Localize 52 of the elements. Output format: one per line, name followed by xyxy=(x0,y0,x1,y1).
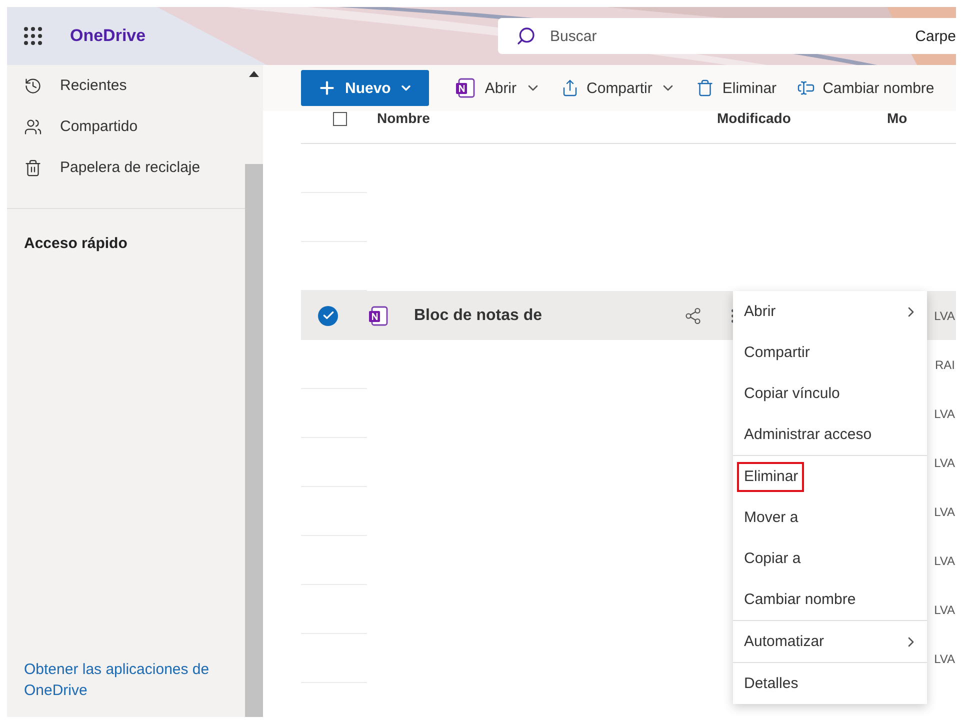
menu-item[interactable]: Compartir xyxy=(733,332,927,373)
toolbar-button[interactable]: Eliminar xyxy=(688,70,785,106)
rename-icon xyxy=(796,79,815,97)
table-cell: LVA xyxy=(934,406,955,420)
search-icon xyxy=(516,26,536,46)
notebook-icon xyxy=(454,77,477,99)
menu-item[interactable]: Copiar vínculo xyxy=(733,373,927,414)
table-cell: LVA xyxy=(934,652,955,666)
search-scope[interactable]: Carpe xyxy=(915,28,956,44)
menu-item[interactable]: Automatizar xyxy=(733,621,927,663)
app-download-link[interactable]: Obtener las aplicaciones de OneDrive xyxy=(7,659,245,701)
toolbar-button[interactable]: Cambiar nombre xyxy=(788,70,942,106)
trash-icon xyxy=(24,158,42,176)
nav-item[interactable]: Recientes xyxy=(7,65,245,106)
table-cell: LVA xyxy=(934,554,955,568)
plus-icon xyxy=(317,78,337,98)
row-checkbox[interactable] xyxy=(318,306,338,326)
menu-item[interactable]: Cambiar nombre xyxy=(733,579,927,621)
table-cell: LVA xyxy=(934,504,955,518)
scroll-up-icon[interactable] xyxy=(249,71,259,77)
table-cell: LVA xyxy=(934,308,955,322)
menu-item[interactable]: Copiar a xyxy=(733,538,927,579)
menu-item[interactable]: Detalles xyxy=(733,663,927,704)
new-button[interactable]: Nuevo xyxy=(301,70,429,106)
share-icon[interactable] xyxy=(684,306,702,324)
column-header[interactable]: Modificado xyxy=(717,111,887,125)
column-header[interactable]: Mo xyxy=(887,111,927,125)
file-name[interactable]: Bloc de notas de xyxy=(414,306,654,324)
check-icon xyxy=(322,309,334,322)
app-name[interactable]: OneDrive xyxy=(70,26,146,46)
scrollbar[interactable] xyxy=(245,65,263,717)
menu-item[interactable]: Administrar acceso xyxy=(733,414,927,456)
notebook-icon xyxy=(368,304,390,326)
column-header[interactable]: Nombre xyxy=(377,111,717,125)
menu-item[interactable]: Abrir xyxy=(733,291,927,332)
toolbar-button[interactable]: Abrir xyxy=(446,70,549,106)
toolbar-button[interactable]: Compartir xyxy=(552,70,684,106)
trash-icon xyxy=(696,79,714,97)
history-icon xyxy=(24,76,42,94)
share-icon xyxy=(560,79,579,97)
people-icon xyxy=(24,118,42,136)
select-all-checkbox[interactable] xyxy=(333,112,347,126)
table-cell: LVA xyxy=(934,456,955,470)
table-cell: RAI xyxy=(934,358,955,372)
menu-item[interactable]: Eliminar xyxy=(733,456,927,497)
app-launcher-icon[interactable] xyxy=(24,27,42,45)
menu-item[interactable]: Mover a xyxy=(733,497,927,538)
nav-item[interactable]: Compartido xyxy=(7,106,245,147)
section-title: Acceso rápido xyxy=(23,234,128,252)
table-cell: LVA xyxy=(934,602,955,616)
nav-item[interactable]: Papelera de reciclaje xyxy=(7,147,245,188)
search-field[interactable]: Buscar Carpe xyxy=(498,18,956,54)
